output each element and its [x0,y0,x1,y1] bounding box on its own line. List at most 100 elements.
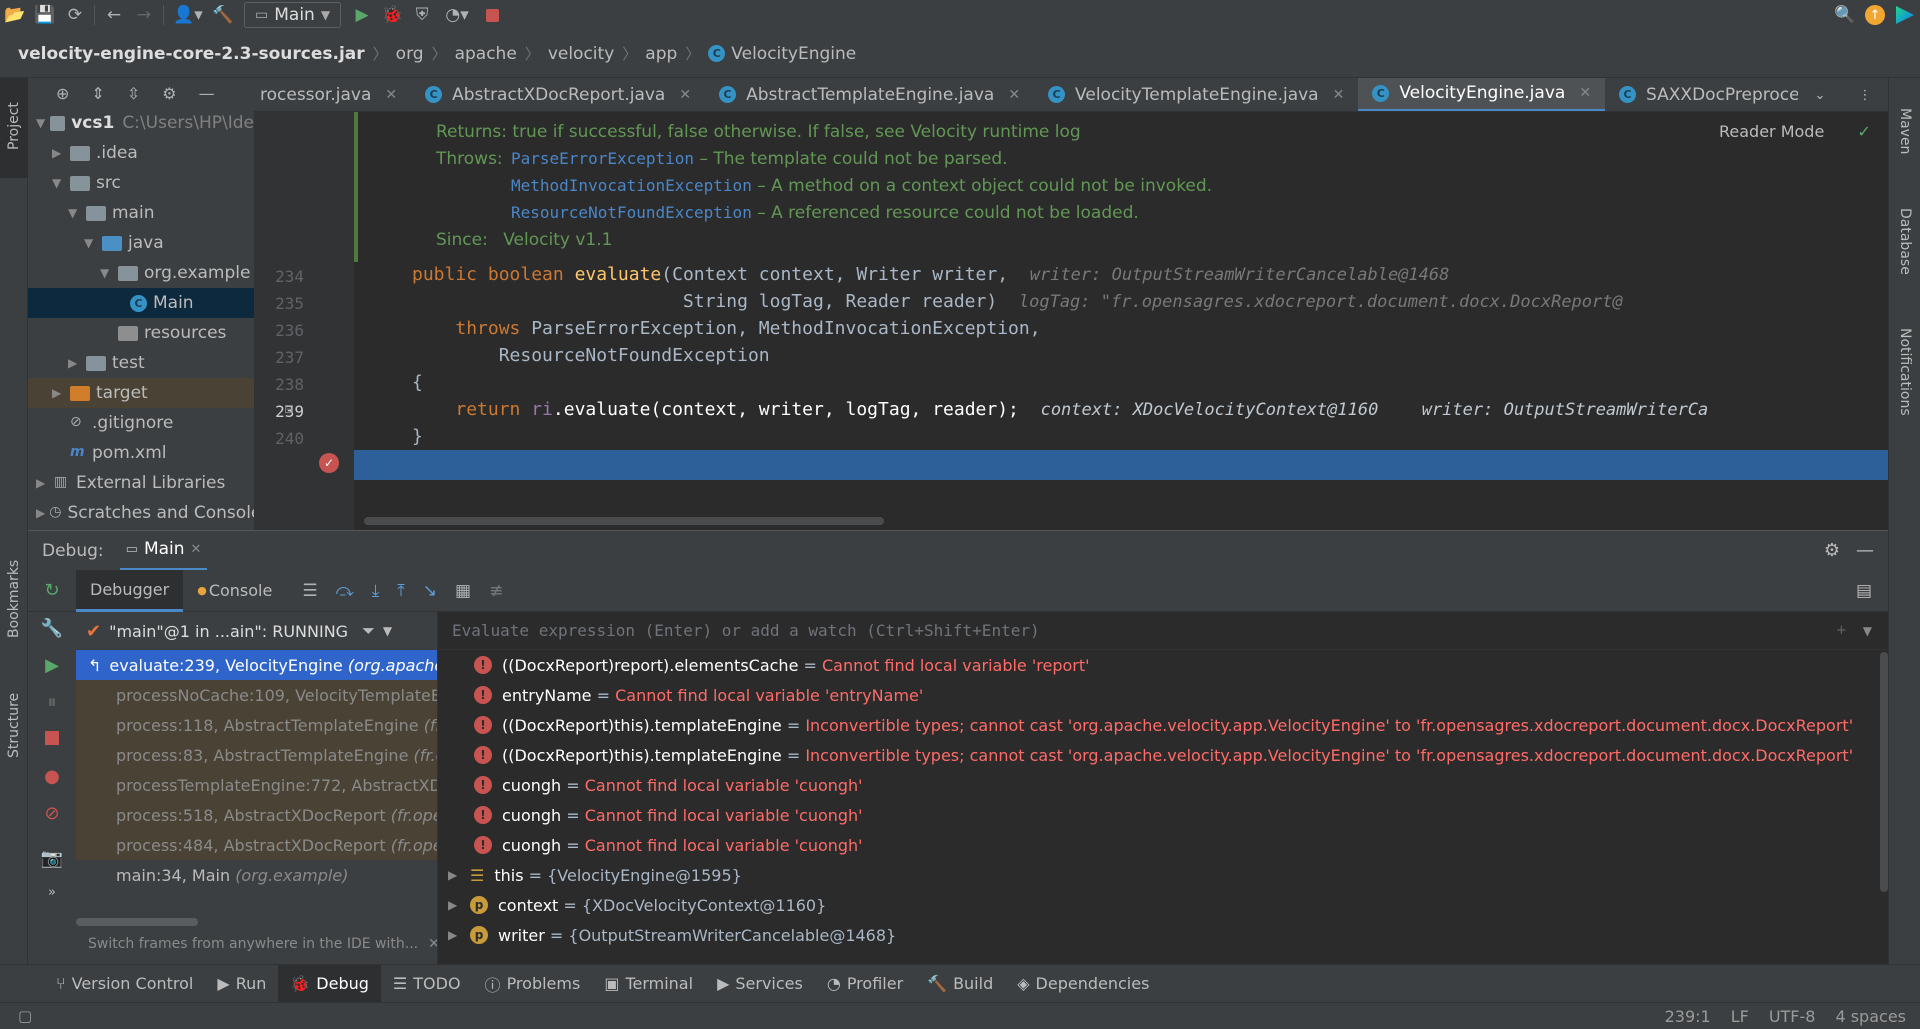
breadcrumb-velocity[interactable]: velocity [548,44,614,64]
tree-item-resources[interactable]: resources [28,318,254,348]
layout-icon[interactable]: ☰ [302,581,317,601]
caret-position[interactable]: 239:1 [1665,1007,1711,1026]
view-breakpoints-icon[interactable]: ● [44,766,60,787]
tab-console[interactable]: ● Console [183,570,286,612]
restore-layout-icon[interactable]: ▤ [1856,581,1872,601]
stop-icon[interactable] [45,729,59,750]
tab-velocity-engine[interactable]: C VelocityEngine.java ✕ [1358,78,1606,111]
tree-item-target[interactable]: ▶ target [28,378,254,408]
search-icon[interactable]: 🔍 [1830,0,1860,30]
open-folder-icon[interactable]: 📂 [0,0,30,30]
tree-item-main[interactable]: ▼ main [28,198,254,228]
stop-icon[interactable] [477,0,507,30]
expand-icon[interactable]: » [48,885,56,900]
chevron-down-icon[interactable]: ▼ [1863,624,1872,638]
tree-item-org-example[interactable]: ▼ org.example [28,258,254,288]
breakpoint-icon[interactable]: ✓ [319,453,339,473]
close-icon[interactable]: ✕ [1579,85,1591,101]
indent-setting[interactable]: 4 spaces [1835,1007,1906,1026]
tab-abstract-xdoc-report[interactable]: C AbstractXDocReport.java ✕ [411,78,705,111]
fold-icon[interactable]: ⊟ [284,402,294,416]
close-icon[interactable]: ✕ [679,87,691,103]
frame-item[interactable]: process:83, AbstractTemplateEngine (fr.o [76,740,437,770]
tree-item-gitignore[interactable]: ⊘ .gitignore [28,408,254,438]
tool-windows-toggle-icon[interactable]: ▢ [18,1007,32,1025]
thread-selector[interactable]: ✔ "main"@1 in ...ain": RUNNING ⏷ ▼ [76,612,437,650]
line-separator[interactable]: LF [1731,1007,1749,1026]
variables-scrollbar[interactable] [1880,652,1888,892]
tree-item-main-class[interactable]: C Main [28,288,254,318]
variable-item[interactable]: ▶ p context = {XDocVelocityContext@1160} [438,890,1888,920]
tool-profiler[interactable]: ◔ Profiler [815,965,915,1003]
tool-dependencies[interactable]: ◈ Dependencies [1005,965,1161,1003]
tab-debugger[interactable]: Debugger [76,569,184,612]
close-icon[interactable]: ✕ [1008,87,1020,103]
hide-icon[interactable]: — [199,84,215,103]
chevron-down-icon[interactable]: ⌄ [1815,88,1826,103]
watch-error-item[interactable]: ! cuongh = Cannot find local variable 'cu… [438,770,1888,800]
tree-item-src[interactable]: ▼ src [28,168,254,198]
tree-item-external-libraries[interactable]: ▶ ▥ External Libraries [28,468,254,498]
bookmarks-stripe-label[interactable]: Bookmarks [6,560,22,638]
breadcrumb-class[interactable]: VelocityEngine [731,44,856,64]
save-icon[interactable]: 💾 [30,0,60,30]
minimize-icon[interactable]: — [1856,540,1874,561]
tree-item-scratches[interactable]: ▶ ◷ Scratches and Consoles [28,498,254,528]
close-icon[interactable]: ✕ [385,87,397,103]
collapse-all-icon[interactable]: ⇳ [127,84,140,103]
user-icon[interactable]: 👤▾ [168,0,208,30]
variable-item[interactable]: ▶ ☰ this = {VelocityEngine@1595} [438,860,1888,890]
doc-exception-link[interactable]: ResourceNotFoundException [511,203,752,222]
chevron-down-icon[interactable]: ▼ [383,624,392,638]
maven-stripe-label[interactable]: Maven [1897,108,1913,154]
breadcrumb-jar[interactable]: velocity-engine-core-2.3-sources.jar [18,44,365,64]
tool-debug[interactable]: 🐞 Debug [278,964,381,1003]
file-encoding[interactable]: UTF-8 [1769,1007,1816,1026]
tab-velocity-template-engine[interactable]: C VelocityTemplateEngine.java ✕ [1034,78,1358,111]
update-icon[interactable]: ↑ [1860,0,1890,30]
gear-icon[interactable]: ⚙ [162,84,176,103]
frame-item[interactable]: process:484, AbstractXDocReport (fr.ope [76,830,437,860]
tool-todo[interactable]: ☰ TODO [381,965,473,1003]
coverage-icon[interactable]: ⛨ [407,0,437,30]
doc-exception-link[interactable]: ParseErrorException [511,149,694,168]
watch-error-item[interactable]: ! ((DocxReport)this).templateEngine = Inc… [438,740,1888,770]
database-stripe-label[interactable]: Database [1897,208,1913,275]
pause-icon[interactable]: ⏸ [48,692,57,713]
watch-error-item[interactable]: ! cuongh = Cannot find local variable 'cu… [438,800,1888,830]
filter-icon[interactable]: ⏷ [362,621,375,641]
evaluate-icon[interactable]: ▦ [455,581,471,601]
build-hammer-icon[interactable]: 🔨 [208,0,238,30]
evaluate-expression-input[interactable]: Evaluate expression (Enter) or add a wat… [452,621,1836,640]
tree-item-vcs1[interactable]: ▼ vcs1 C:\Users\HP\Ide [28,108,254,138]
tool-terminal[interactable]: ▣ Terminal [592,965,705,1003]
tree-item-test[interactable]: ▶ test [28,348,254,378]
frame-item[interactable]: ↰ evaluate:239, VelocityEngine (org.apach… [76,650,437,680]
frame-item[interactable]: main:34, Main (org.example) [76,860,437,890]
tab-abstract-template-engine[interactable]: C AbstractTemplateEngine.java ✕ [705,78,1034,111]
tree-item-java[interactable]: ▼ java [28,228,254,258]
frames-scrollbar[interactable] [76,918,198,926]
resume-icon[interactable]: ▶ [45,655,59,676]
expand-all-icon[interactable]: ⇕ [91,84,104,103]
run-icon[interactable]: ▶ [347,0,377,30]
locate-icon[interactable]: ⊕ [56,84,69,103]
rerun-icon[interactable]: ↻ [28,580,76,601]
frame-item[interactable]: processNoCache:109, VelocityTemplateEn [76,680,437,710]
trace-icon[interactable]: ≢ [489,581,503,601]
doc-exception-link[interactable]: MethodInvocationException [511,176,752,195]
structure-stripe-label[interactable]: Structure [6,693,22,758]
watch-error-item[interactable]: ! entryName = Cannot find local variable … [438,680,1888,710]
close-icon[interactable]: ✕ [191,542,202,557]
breadcrumb-org[interactable]: org [396,44,424,64]
jetbrains-logo-icon[interactable] [1890,0,1920,30]
mute-breakpoints-icon[interactable]: ⊘ [44,803,59,824]
wrench-icon[interactable]: 🔧 [41,618,63,639]
step-into-icon[interactable]: ⤓ [372,581,380,601]
notifications-stripe-label[interactable]: Notifications [1897,328,1913,416]
forward-icon[interactable]: → [129,0,159,30]
camera-icon[interactable]: 📷 [41,848,63,869]
run-to-cursor-icon[interactable]: ↘ [423,581,437,601]
code-editor[interactable]: Returns: true if successful, false other… [254,112,1888,530]
tool-version-control[interactable]: ⑂ Version Control [44,965,205,1003]
